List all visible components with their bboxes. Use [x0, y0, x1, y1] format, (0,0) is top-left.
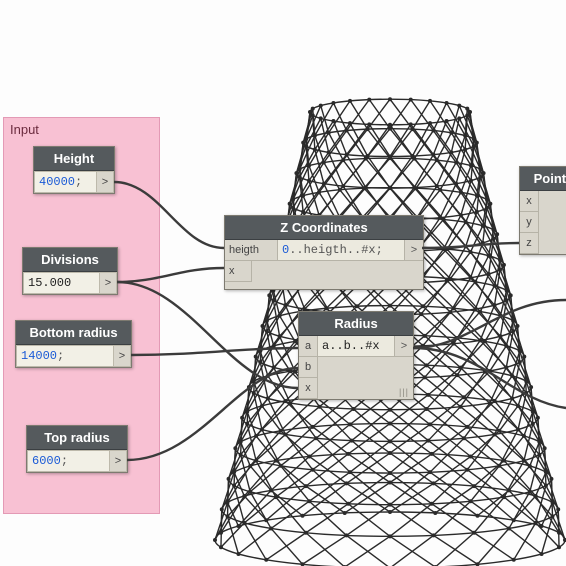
radius-output-port[interactable]: > — [394, 336, 413, 357]
radius-input-x[interactable]: x — [299, 378, 318, 399]
node-divisions[interactable]: Divisions 15.000 > — [22, 247, 118, 295]
node-bottom-radius-title: Bottom radius — [16, 321, 131, 345]
node-radius-title: Radius — [299, 312, 413, 336]
group-title: Input — [10, 122, 39, 137]
node-z-coordinates-title: Z Coordinates — [225, 216, 423, 240]
node-height-title: Height — [34, 147, 114, 171]
node-height[interactable]: Height 40000; > — [33, 146, 115, 194]
resize-grip-icon[interactable]: ||| — [399, 387, 409, 397]
node-top-radius-title: Top radius — [27, 426, 127, 450]
height-output-port[interactable]: > — [97, 171, 114, 193]
node-top-radius[interactable]: Top radius 6000; > — [26, 425, 128, 473]
divisions-value: 15.000 — [23, 272, 100, 294]
bottom-radius-value-field[interactable]: 14000; — [16, 345, 114, 367]
zcoord-expression[interactable]: 0..heigth..#x; — [278, 240, 404, 261]
wire-radius-out-2 — [413, 348, 566, 408]
zcoord-input-x[interactable]: x — [225, 261, 252, 282]
zcoord-input-heigth[interactable]: heigth — [225, 240, 278, 261]
node-point-by[interactable]: Point.By x y z — [519, 166, 566, 255]
top-radius-output-port[interactable]: > — [110, 450, 127, 472]
node-point-title: Point.By — [520, 167, 566, 191]
radius-input-a[interactable]: a — [299, 336, 318, 357]
wire-zcoord-to-point-z — [422, 243, 519, 248]
divisions-output-port[interactable]: > — [100, 272, 117, 294]
point-input-x[interactable]: x — [520, 191, 539, 212]
node-radius[interactable]: Radius a b x a..b..#x > ||| — [298, 311, 414, 400]
radius-input-b[interactable]: b — [299, 357, 318, 378]
node-z-coordinates[interactable]: Z Coordinates heigth x 0..heigth..#x; > — [224, 215, 424, 290]
wire-radius-out-1 — [413, 300, 566, 348]
point-input-z[interactable]: z — [520, 233, 539, 254]
radius-expression[interactable]: a..b..#x — [318, 336, 394, 357]
zcoord-output-port[interactable]: > — [404, 240, 423, 261]
height-value-field[interactable]: 40000; — [34, 171, 97, 193]
point-input-y[interactable]: y — [520, 212, 539, 233]
node-divisions-title: Divisions — [23, 248, 117, 272]
top-radius-value-field[interactable]: 6000; — [27, 450, 110, 472]
node-bottom-radius[interactable]: Bottom radius 14000; > — [15, 320, 132, 368]
bottom-radius-output-port[interactable]: > — [114, 345, 131, 367]
